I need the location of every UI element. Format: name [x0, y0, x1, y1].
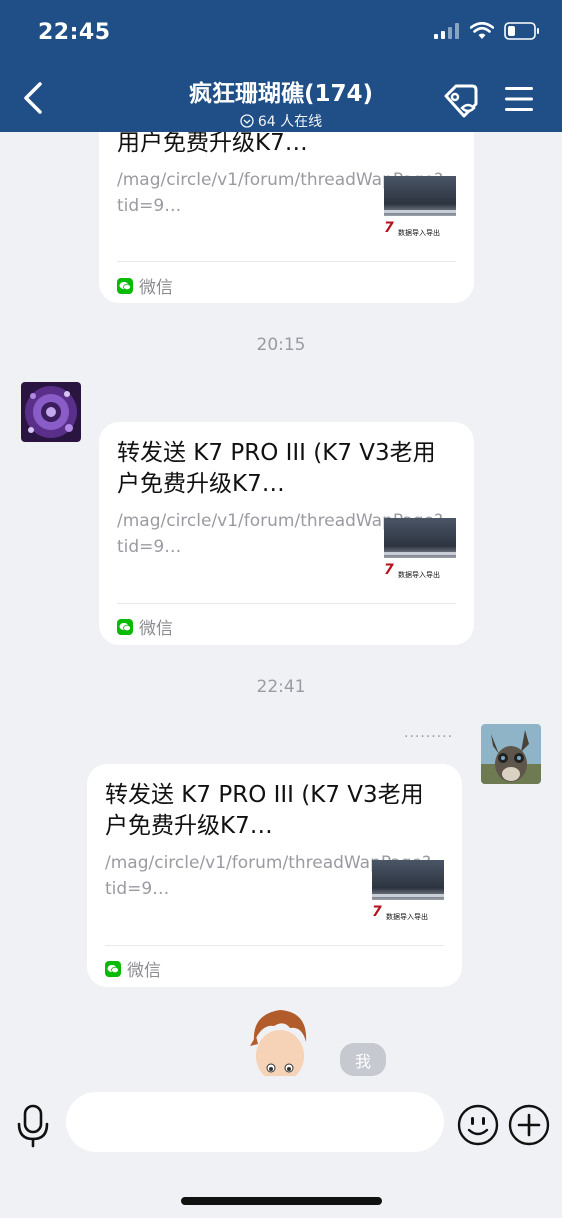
microphone-icon[interactable]	[14, 1104, 52, 1148]
tag-icon[interactable]	[442, 82, 480, 118]
wechat-icon	[117, 277, 133, 294]
status-icons	[434, 22, 540, 40]
status-time: 22:45	[38, 20, 111, 45]
card-divider	[117, 603, 456, 604]
card-thumbnail: 7 数据导入导出	[384, 518, 456, 584]
card-thumbnail: 7 数据导入导出	[372, 860, 444, 926]
card-url: /mag/circle/v1/forum/threadWapPage?tid=9…	[117, 170, 444, 216]
card-title: 转发送 K7 PRO III (K7 V3老用户免费升级K7…	[105, 782, 424, 839]
wifi-icon	[470, 22, 494, 39]
message-card-partial[interactable]: 用户免费升级K7… /mag/circle/v1/forum/threadWap…	[99, 132, 474, 303]
card-source: 微信	[117, 273, 173, 298]
emoji-icon[interactable]	[457, 1104, 499, 1146]
avatar-self[interactable]	[481, 724, 541, 784]
avatar-sender[interactable]	[21, 382, 81, 442]
card-source: 微信	[117, 614, 173, 639]
card-title: 用户免费升级K7…	[117, 132, 308, 156]
card-title: 转发送 K7 PRO III (K7 V3老用户免费升级K7…	[117, 440, 436, 497]
signal-icon	[434, 23, 459, 39]
sending-indicator: ·········	[404, 729, 454, 745]
message-input[interactable]	[66, 1092, 444, 1152]
message-card[interactable]: 转发送 K7 PRO III (K7 V3老用户免费升级K7… /mag/cir…	[99, 422, 474, 645]
card-source: 微信	[105, 956, 161, 981]
cartoon-avatar[interactable]	[244, 1006, 316, 1076]
header: 22:45 疯狂珊瑚礁(174) 64 人在线	[0, 0, 562, 132]
card-divider	[105, 945, 444, 946]
online-count-text: 64 人在线	[257, 114, 323, 130]
timestamp: 22:41	[256, 677, 306, 697]
card-source-label: 微信	[139, 278, 173, 298]
wechat-icon	[105, 960, 121, 977]
card-url: /mag/circle/v1/forum/threadWapPage?tid=9…	[117, 511, 444, 557]
me-badge: 我	[340, 1043, 386, 1076]
card-source-label: 微信	[127, 961, 161, 981]
wechat-icon	[117, 618, 133, 635]
card-source-label: 微信	[139, 619, 173, 639]
card-divider	[117, 261, 456, 262]
battery-icon	[504, 22, 539, 40]
message-list[interactable]: 用户免费升级K7… /mag/circle/v1/forum/threadWap…	[0, 132, 562, 1076]
menu-icon[interactable]	[505, 86, 533, 112]
card-url: /mag/circle/v1/forum/threadWapPage?tid=9…	[105, 853, 432, 899]
card-thumbnail: 7 数据导入导出	[384, 176, 456, 242]
home-indicator[interactable]	[181, 1197, 382, 1205]
plus-icon[interactable]	[508, 1104, 550, 1146]
message-card[interactable]: 转发送 K7 PRO III (K7 V3老用户免费升级K7… /mag/cir…	[87, 764, 462, 987]
check-circle-icon	[240, 114, 254, 128]
timestamp: 20:15	[256, 335, 306, 355]
